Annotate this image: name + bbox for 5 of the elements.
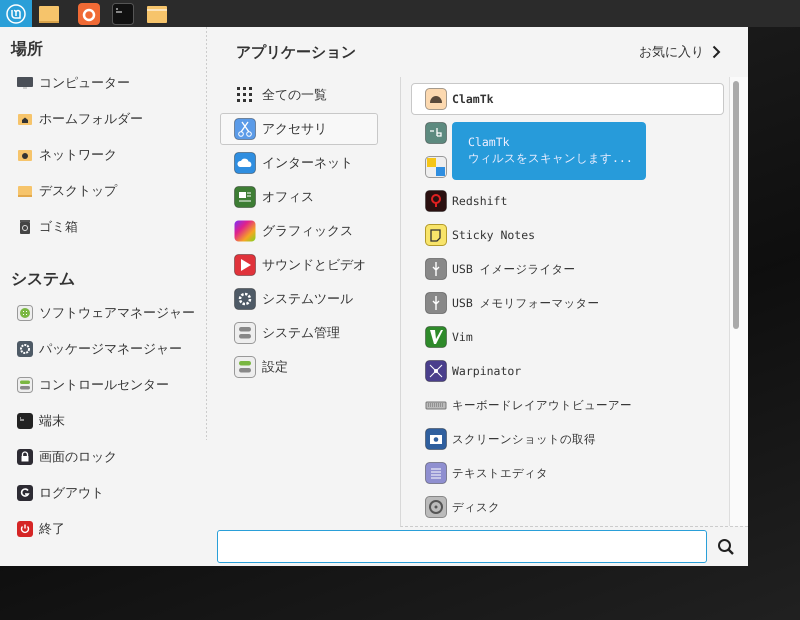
section-title: アプリケーション	[236, 42, 356, 62]
section-title: システム	[11, 269, 76, 289]
tooltip-text: ウィルスをスキャンします...	[468, 150, 633, 166]
tooltip-title: ClamTk	[468, 134, 510, 150]
section-title: 場所	[11, 39, 44, 59]
